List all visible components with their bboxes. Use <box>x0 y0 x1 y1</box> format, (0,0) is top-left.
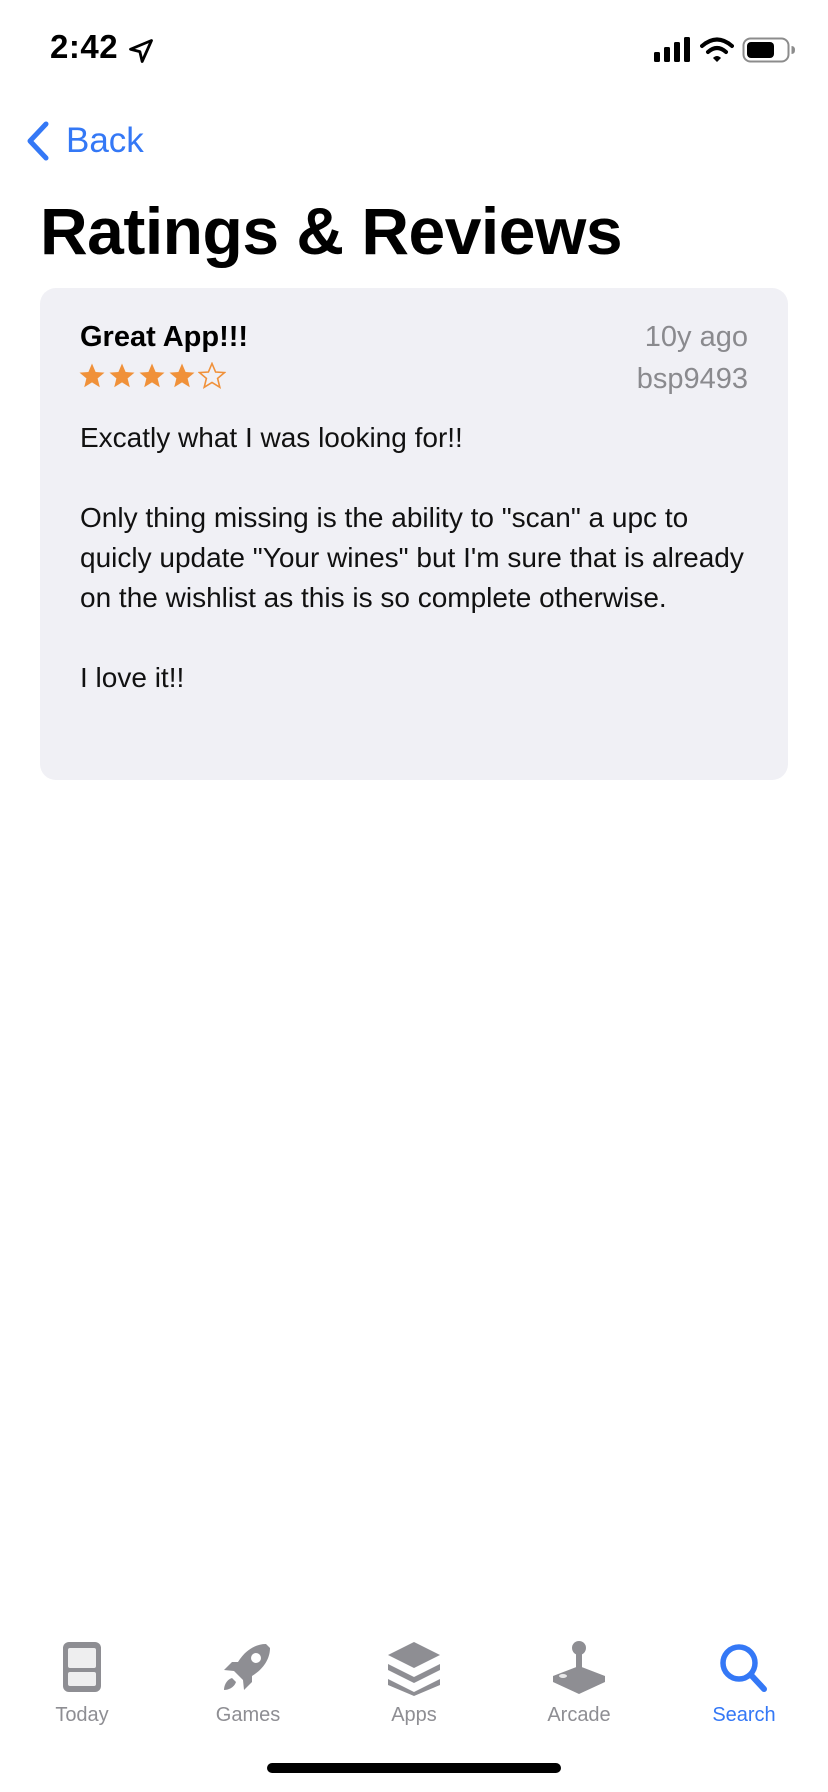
chevron-left-icon <box>27 121 49 161</box>
tab-apps[interactable]: Apps <box>344 1640 484 1727</box>
location-arrow-icon <box>129 39 153 63</box>
review-date: 10y ago <box>644 321 748 353</box>
tab-search[interactable]: Search <box>674 1640 814 1727</box>
back-label: Back <box>66 121 144 160</box>
tab-label-apps: Apps <box>391 1704 437 1726</box>
review-title: Great App!!! <box>80 321 249 353</box>
rocket-icon <box>224 1644 270 1690</box>
status-time: 2:42 <box>50 28 119 65</box>
review-author: bsp9493 <box>636 363 748 395</box>
tab-today[interactable]: Today <box>12 1640 152 1727</box>
layers-icon <box>388 1642 440 1696</box>
status-bar: 2:42 <box>0 0 828 100</box>
today-icon <box>63 1642 101 1692</box>
star-filled-icon <box>109 363 135 388</box>
home-indicator <box>267 1763 561 1773</box>
battery-icon <box>742 37 795 63</box>
tab-arcade[interactable]: Arcade <box>509 1640 649 1727</box>
search-icon <box>720 1644 767 1692</box>
page-title: Ratings & Reviews <box>40 194 623 268</box>
star-filled-icon <box>139 363 165 388</box>
star-filled-icon <box>169 363 195 388</box>
star-filled-icon <box>79 363 105 388</box>
star-empty-icon <box>198 362 226 390</box>
joystick-icon <box>553 1641 605 1694</box>
back-button[interactable]: Back <box>24 116 144 166</box>
star-rating <box>78 362 226 390</box>
cellular-signal-icon <box>654 37 690 62</box>
review-body: Excatly what I was looking for!! Only th… <box>80 422 744 693</box>
tab-label-today: Today <box>55 1704 109 1726</box>
tab-label-arcade: Arcade <box>547 1704 611 1726</box>
tab-games[interactable]: Games <box>178 1640 318 1727</box>
review-card[interactable]: Great App!!! 10y ago bsp9493 Excatly wha… <box>40 288 788 780</box>
tab-label-search: Search <box>712 1704 776 1726</box>
wifi-icon <box>700 37 734 62</box>
tab-label-games: Games <box>215 1704 281 1726</box>
